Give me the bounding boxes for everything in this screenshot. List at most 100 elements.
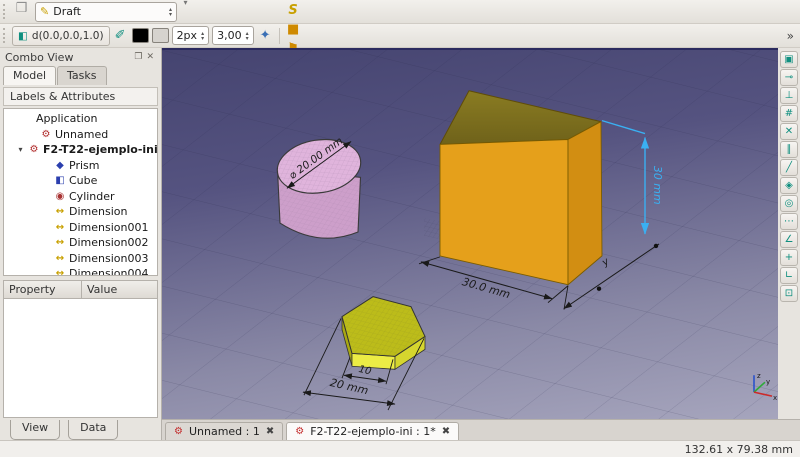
toolbar-grip[interactable]	[3, 28, 8, 43]
font-size-spin-arrows[interactable]: ▴ ▾	[246, 31, 249, 41]
snap-toolbar: ▣⊸⊥#✕∥╱◈◎⋯∠+∟⊡	[778, 48, 800, 419]
property-column-header[interactable]: Property	[4, 281, 82, 298]
property-table-body[interactable]	[3, 299, 158, 418]
font-size-spinbox[interactable]: 3,00 ▴ ▾	[212, 26, 254, 45]
construction-mode-button[interactable]: ✐	[111, 26, 130, 45]
close-tab-icon[interactable]: ✖	[442, 426, 450, 437]
tree-item-dimension003[interactable]: ↔ Dimension003	[4, 251, 157, 267]
tree-item-dimension002[interactable]: ↔ Dimension002	[4, 235, 157, 251]
tree-item-label: Cube	[69, 174, 97, 187]
main-area: Combo View ❐ ✕ ModelTasks Labels & Attri…	[0, 48, 800, 440]
draft-facebinder-button[interactable]: ■	[284, 20, 303, 39]
line-width-value: 2px	[177, 29, 198, 42]
snap-angle-button[interactable]: ∠	[780, 231, 798, 248]
expander-icon[interactable]: ▾	[16, 145, 25, 154]
tree-item-icon: ↔	[54, 237, 66, 248]
document-tab-label: Unnamed : 1	[189, 425, 260, 438]
combo-view-titlebar: Combo View ❐ ✕	[0, 48, 161, 66]
snap-ortho-button[interactable]: ∟	[780, 267, 798, 284]
tab-data[interactable]: Data	[68, 420, 118, 440]
tree-item-application[interactable]: Application	[4, 111, 157, 127]
snap-near-button[interactable]: ⋯	[780, 213, 798, 230]
toolbar-overflow-button[interactable]: »	[783, 29, 798, 43]
workbench-spin-arrows[interactable]: ▴ ▾	[169, 7, 172, 17]
snap-special-button[interactable]: ◎	[780, 195, 798, 212]
doc-tab-f2-t22-ejemplo-ini[interactable]: ⚙ F2-T22-ejemplo-ini : 1* ✖	[286, 422, 459, 440]
combo-view-title: Combo View	[5, 51, 132, 64]
tree-item-cylinder[interactable]: ◉ Cylinder	[4, 189, 157, 205]
snap-center-button[interactable]: ◈	[780, 177, 798, 194]
tree-item-unnamed[interactable]: ⚙ Unnamed	[4, 127, 157, 143]
face-color-swatch[interactable]	[152, 28, 169, 43]
3d-viewport[interactable]: ⌀ 20.00 mm 30 mm	[162, 48, 778, 419]
freecad-window: ❏❐↧⊟✂❑❒↶▾↷▾⟳ ✎ Draft ▴ ▾ ?●■✎▶◉⊘▾❒❒❒❒❒❒❒…	[0, 0, 800, 457]
tree-item-label: Dimension001	[69, 221, 148, 234]
snap-intersection-button[interactable]: ✕	[780, 123, 798, 140]
tree-item-icon: ⚙	[28, 144, 40, 155]
tree-item-label: F2-T22-ejemplo-ini	[43, 143, 158, 156]
tree-item-label: Dimension003	[69, 252, 148, 265]
float-panel-icon[interactable]: ❐	[132, 52, 144, 62]
working-plane-button[interactable]: ◧ d(0.0,0.0,1.0)	[12, 26, 110, 46]
tree-item-dimension001[interactable]: ↔ Dimension001	[4, 220, 157, 236]
status-bar: 132.61 x 79.38 mm	[0, 440, 800, 457]
tree-item-icon: ↔	[54, 222, 66, 233]
separator	[279, 28, 280, 44]
toolbar-standard: ❏❐↧⊟✂❑❒↶▾↷▾⟳ ✎ Draft ▴ ▾ ?●■✎▶◉⊘▾❒❒❒❒❒❒❒…	[0, 0, 800, 24]
value-column-header[interactable]: Value	[82, 281, 157, 298]
toolbar-grip[interactable]	[3, 4, 8, 19]
property-table-header: Property Value	[3, 280, 158, 299]
line-color-swatch[interactable]	[132, 28, 149, 43]
tree-item-dimension[interactable]: ↔ Dimension	[4, 204, 157, 220]
combo-view-tabs: ModelTasks	[0, 66, 161, 85]
tree-item-label: Dimension004	[69, 267, 148, 276]
doc-tab-unnamed[interactable]: ⚙ Unnamed : 1 ✖	[165, 422, 283, 440]
working-plane-icon: ◧	[18, 30, 28, 42]
snap-midpoint-button[interactable]: +	[780, 249, 798, 266]
tab-tasks[interactable]: Tasks	[57, 66, 106, 85]
line-width-spin-arrows[interactable]: ▴ ▾	[201, 31, 204, 41]
snap-perpendicular-button[interactable]: ⊥	[780, 87, 798, 104]
apply-style-button[interactable]: ✦	[256, 26, 275, 45]
snap-grid-button[interactable]: #	[780, 105, 798, 122]
tree-item-label: Cylinder	[69, 190, 115, 203]
tab-model[interactable]: Model	[3, 66, 56, 85]
axis-x-label: x	[773, 394, 777, 402]
workbench-icon: ✎	[40, 5, 49, 18]
tree-item-label: Application	[36, 112, 97, 125]
cube-height-label: 30 mm	[651, 166, 664, 205]
snap-workingplane-button[interactable]: ⊡	[780, 285, 798, 302]
snap-lock-button[interactable]: ▣	[780, 51, 798, 68]
document-area: ⌀ 20.00 mm 30 mm	[162, 48, 800, 440]
labels-attributes-header: Labels & Attributes	[3, 87, 158, 106]
tree-item-icon: ↔	[54, 253, 66, 264]
workbench-label: Draft	[53, 5, 165, 18]
tree-item-icon: ↔	[54, 268, 66, 276]
working-plane-label: d(0.0,0.0,1.0)	[32, 30, 104, 42]
snap-extension-button[interactable]: ╱	[780, 159, 798, 176]
line-width-spinbox[interactable]: 2px ▴ ▾	[172, 26, 210, 45]
workbench-selector[interactable]: ✎ Draft ▴ ▾	[35, 2, 177, 22]
draft-shapestring-button[interactable]: S	[284, 1, 303, 20]
3d-scene: ⌀ 20.00 mm 30 mm	[162, 50, 778, 419]
close-panel-icon[interactable]: ✕	[144, 52, 156, 62]
tab-view[interactable]: View	[10, 420, 60, 440]
draw-style-dropdown[interactable]: ▾	[181, 0, 190, 12]
snap-endpoint-button[interactable]: ⊸	[780, 69, 798, 86]
document-tabbar: ⚙ Unnamed : 1 ✖ ⚙ F2-T22-ejemplo-ini : 1…	[162, 419, 800, 440]
tree-item-dimension004[interactable]: ↔ Dimension004	[4, 266, 157, 276]
snap-parallel-button[interactable]: ∥	[780, 141, 798, 158]
tree-item-prism[interactable]: ◆ Prism	[4, 158, 157, 174]
tree-item-icon: ↔	[54, 206, 66, 217]
tree-item-f2-t22-ejemplo-ini[interactable]: ▾ ⚙ F2-T22-ejemplo-ini	[4, 142, 157, 158]
tree-item-icon: ⚙	[40, 129, 52, 140]
toolbar-draft: ◧ d(0.0,0.0,1.0) ✐ 2px ▴ ▾ 3,00 ▴ ▾ ✦ ╱N…	[0, 24, 800, 48]
tree-item-cube[interactable]: ◧ Cube	[4, 173, 157, 189]
font-size-value: 3,00	[217, 29, 242, 42]
tree-item-label: Dimension002	[69, 236, 148, 249]
tree-item-icon: ◧	[54, 175, 66, 186]
paste-button[interactable]: ❒	[12, 0, 31, 18]
cube-object[interactable]	[440, 91, 602, 285]
close-tab-icon[interactable]: ✖	[266, 426, 274, 437]
spin-down-icon: ▾	[169, 12, 172, 17]
